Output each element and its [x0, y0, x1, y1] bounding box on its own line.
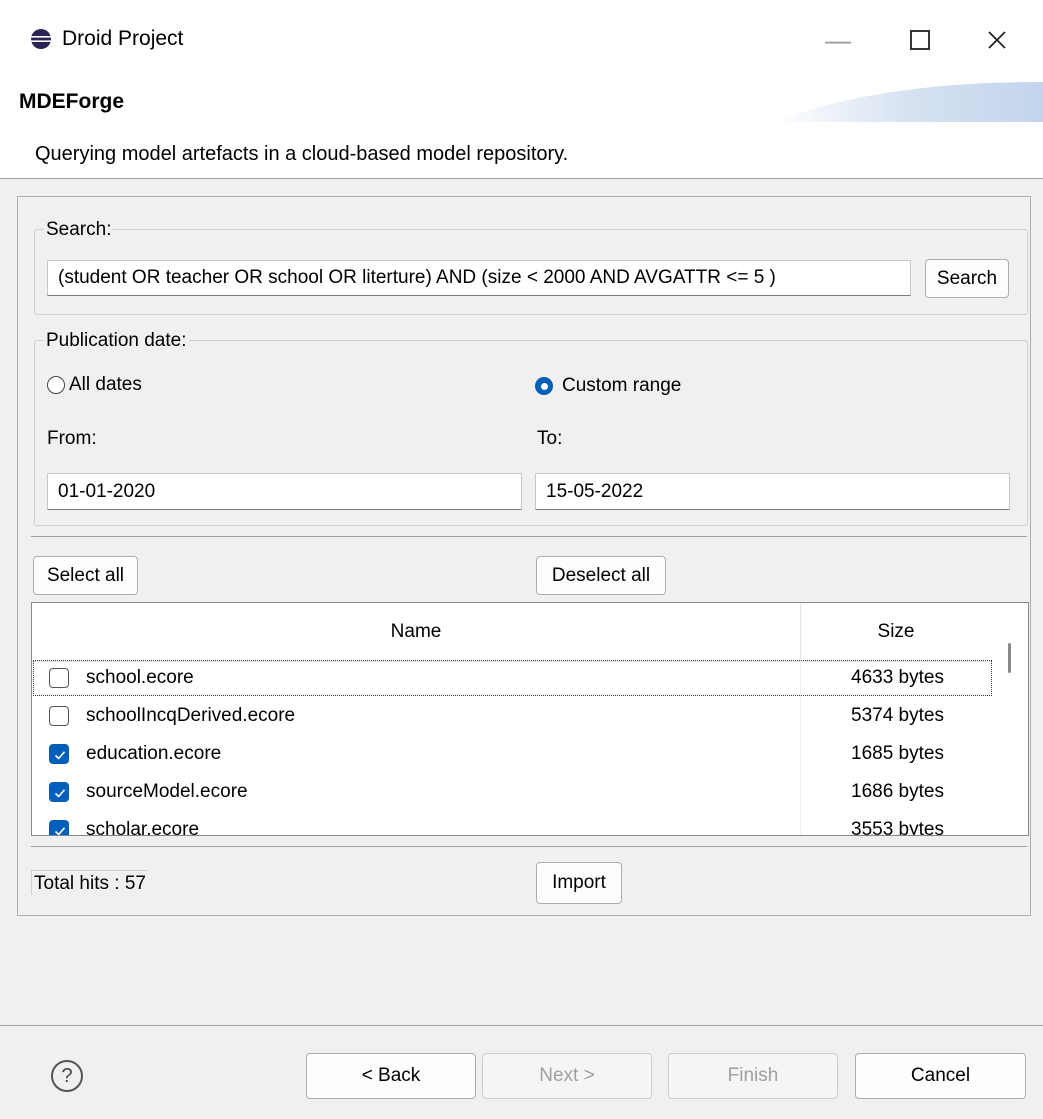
- scrollbar-thumb[interactable]: [1008, 643, 1011, 673]
- results-table: Name Size school.ecore 4633 bytes school…: [31, 602, 1029, 836]
- search-input[interactable]: (student OR teacher OR school OR litertu…: [47, 260, 911, 296]
- to-date-field[interactable]: 15-05-2022: [535, 473, 1010, 510]
- row-size: 4633 bytes: [800, 659, 994, 697]
- table-row[interactable]: education.ecore 1685 bytes: [32, 735, 993, 773]
- table-row[interactable]: school.ecore 4633 bytes: [32, 659, 993, 697]
- checkbox-checked-icon[interactable]: [49, 744, 69, 764]
- select-all-button[interactable]: Select all: [33, 556, 138, 595]
- checkbox-checked-icon[interactable]: [49, 820, 69, 835]
- maximize-button[interactable]: [890, 18, 950, 62]
- next-button[interactable]: Next >: [482, 1053, 652, 1099]
- minimize-icon: —: [825, 24, 851, 55]
- window-title: Droid Project: [62, 27, 184, 50]
- to-label: To:: [537, 428, 563, 449]
- all-dates-radio[interactable]: All dates: [47, 373, 197, 397]
- row-size: 1685 bytes: [800, 735, 994, 773]
- row-size: 5374 bytes: [800, 697, 994, 735]
- from-date-field[interactable]: 01-01-2020: [47, 473, 522, 510]
- total-hits-label: Total hits : 57: [31, 870, 148, 895]
- eclipse-icon: [31, 29, 51, 49]
- row-size: 1686 bytes: [800, 773, 994, 811]
- table-row[interactable]: scholar.ecore 3553 bytes: [32, 811, 994, 836]
- row-name: education.ecore: [86, 743, 222, 764]
- from-label: From:: [47, 428, 97, 449]
- help-icon[interactable]: ?: [51, 1060, 83, 1092]
- page-description: Querying model artefacts in a cloud-base…: [35, 143, 569, 165]
- search-button[interactable]: Search: [925, 259, 1009, 298]
- row-name: schoolIncqDerived.ecore: [86, 705, 296, 726]
- import-button[interactable]: Import: [536, 862, 622, 904]
- cancel-button[interactable]: Cancel: [855, 1053, 1026, 1099]
- close-button[interactable]: [967, 18, 1027, 62]
- maximize-icon: [910, 30, 930, 50]
- search-group-label: Search:: [44, 219, 114, 241]
- row-name: sourceModel.ecore: [86, 781, 248, 802]
- column-header-name[interactable]: Name: [32, 603, 800, 662]
- column-header-size[interactable]: Size: [800, 603, 991, 662]
- table-row[interactable]: sourceModel.ecore 1686 bytes: [32, 773, 993, 811]
- row-name: scholar.ecore: [86, 819, 200, 836]
- vertical-scrollbar[interactable]: [990, 603, 1028, 835]
- radio-checked-icon: [535, 377, 553, 395]
- minimize-button[interactable]: —: [808, 18, 868, 62]
- back-button[interactable]: < Back: [306, 1053, 476, 1099]
- divider: [31, 846, 1027, 847]
- finish-button[interactable]: Finish: [668, 1053, 838, 1099]
- table-row[interactable]: schoolIncqDerived.ecore 5374 bytes: [32, 697, 993, 735]
- checkbox-unchecked-icon[interactable]: [49, 706, 69, 726]
- custom-range-radio[interactable]: Custom range: [535, 374, 735, 398]
- row-name: school.ecore: [86, 667, 194, 688]
- banner-graphic: [773, 82, 1043, 122]
- divider: [31, 536, 1027, 537]
- publication-date-label: Publication date:: [44, 330, 189, 352]
- row-size: 3553 bytes: [800, 811, 994, 835]
- checkbox-checked-icon[interactable]: [49, 782, 69, 802]
- deselect-all-button[interactable]: Deselect all: [536, 556, 666, 595]
- all-dates-label: All dates: [69, 374, 142, 395]
- custom-range-label: Custom range: [562, 375, 682, 396]
- radio-unchecked-icon: [47, 376, 65, 394]
- checkbox-unchecked-icon[interactable]: [49, 668, 69, 688]
- close-icon: [988, 31, 1006, 49]
- page-title: MDEForge: [19, 90, 124, 113]
